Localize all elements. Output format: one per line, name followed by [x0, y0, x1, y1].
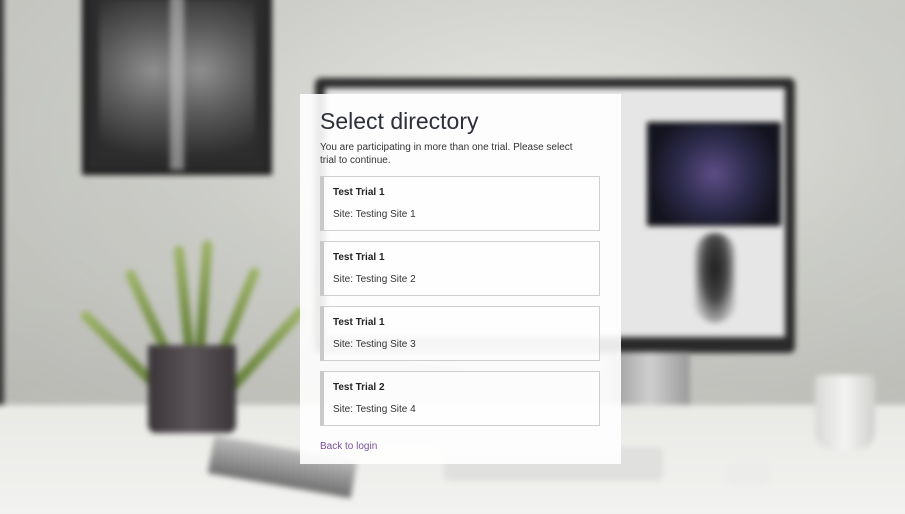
trial-site: Site: Testing Site 1: [333, 209, 416, 220]
trial-site: Site: Testing Site 3: [333, 339, 416, 350]
mouse: [725, 462, 773, 486]
dialog-subtitle: You are participating in more than one t…: [320, 142, 573, 166]
trial-site: Site: Testing Site 4: [333, 404, 416, 415]
trial-name: Test Trial 1: [333, 252, 385, 263]
trial-name: Test Trial 2: [333, 382, 385, 393]
monitor-body-scan: [695, 233, 735, 323]
trial-option[interactable]: Test Trial 1 Site: Testing Site 1: [320, 176, 600, 231]
left-edge-shadow: [0, 0, 4, 460]
plant-pot: [148, 345, 236, 433]
xray-spine: [170, 0, 184, 170]
trial-option[interactable]: Test Trial 1 Site: Testing Site 3: [320, 306, 600, 361]
select-directory-dialog: Select directory You are participating i…: [300, 94, 621, 464]
mug: [815, 375, 875, 450]
trial-name: Test Trial 1: [333, 317, 385, 328]
trial-option[interactable]: Test Trial 2 Site: Testing Site 4: [320, 371, 600, 426]
dialog-title: Select directory: [320, 108, 479, 134]
trial-option[interactable]: Test Trial 1 Site: Testing Site 2: [320, 241, 600, 296]
trial-list: Test Trial 1 Site: Testing Site 1 Test T…: [320, 176, 600, 426]
back-to-login-link[interactable]: Back to login: [320, 441, 377, 452]
xray-picture-frame: [82, 0, 272, 175]
trial-name: Test Trial 1: [333, 187, 385, 198]
trial-site: Site: Testing Site 2: [333, 274, 416, 285]
monitor-scan-image: [647, 122, 781, 226]
